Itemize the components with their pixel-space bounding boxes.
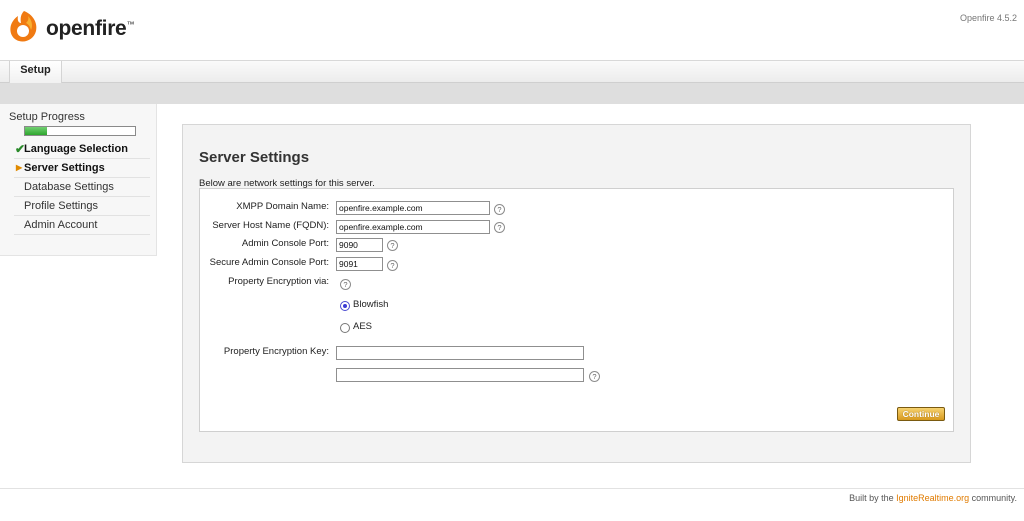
tab-setup[interactable]: Setup — [9, 61, 62, 83]
server-host-label: Server Host Name (FQDN): — [212, 220, 329, 231]
secure-port-input[interactable] — [336, 257, 383, 271]
sidebar-item-language-selection[interactable]: ✔ Language Selection — [14, 140, 150, 159]
help-icon[interactable]: ? — [494, 222, 505, 233]
arrow-icon: ▶ — [16, 163, 23, 172]
blowfish-label: Blowfish — [353, 299, 389, 310]
help-icon[interactable]: ? — [340, 279, 351, 290]
sidebar-item-label: Database Settings — [24, 181, 114, 193]
encryption-key-input[interactable] — [336, 346, 584, 360]
encryption-key-confirm-input[interactable] — [336, 368, 584, 382]
setup-steps: ✔ Language Selection ▶ Server Settings D… — [14, 140, 150, 235]
help-icon[interactable]: ? — [387, 260, 398, 271]
help-icon[interactable]: ? — [589, 371, 600, 382]
footer: Built by the IgniteRealtime.org communit… — [849, 493, 1017, 503]
subnav-bar — [0, 83, 1024, 104]
admin-port-input[interactable] — [336, 238, 383, 252]
secure-port-label: Secure Admin Console Port: — [209, 257, 329, 268]
encryption-key-label: Property Encryption Key: — [223, 346, 329, 357]
openfire-logo-icon — [10, 11, 37, 42]
sidebar-item-server-settings[interactable]: ▶ Server Settings — [14, 159, 150, 178]
continue-button[interactable]: Continue — [897, 407, 945, 421]
sidebar-item-profile-settings: Profile Settings — [14, 197, 150, 216]
sidebar-item-label: Server Settings — [24, 162, 105, 174]
sidebar-item-label: Profile Settings — [24, 200, 98, 212]
version-label: Openfire 4.5.2 — [959, 13, 1017, 23]
brand-name: openfire™ — [46, 17, 135, 40]
ignite-realtime-link[interactable]: IgniteRealtime.org — [896, 493, 969, 503]
help-icon[interactable]: ? — [494, 204, 505, 215]
check-icon: ✔ — [15, 142, 26, 156]
xmpp-domain-input[interactable] — [336, 201, 490, 215]
encryption-via-label: Property Encryption via: — [228, 276, 329, 287]
aes-radio[interactable] — [340, 323, 350, 333]
setup-progress-title: Setup Progress — [9, 111, 85, 123]
sidebar-item-admin-account: Admin Account — [14, 216, 150, 235]
sidebar-item-label: Language Selection — [24, 143, 128, 155]
aes-label: AES — [353, 321, 373, 332]
header: openfire™ Openfire 4.5.2 — [0, 0, 1024, 60]
blowfish-radio[interactable] — [340, 301, 350, 311]
page-title: Server Settings — [199, 149, 310, 166]
setup-progress-bar — [24, 126, 136, 136]
admin-port-label: Admin Console Port: — [241, 238, 329, 249]
footer-divider — [0, 488, 1024, 489]
server-host-input[interactable] — [336, 220, 490, 234]
progress-fill — [25, 127, 47, 135]
tab-bar: Setup — [0, 60, 1024, 83]
help-icon[interactable]: ? — [387, 240, 398, 251]
sidebar-item-database-settings: Database Settings — [14, 178, 150, 197]
sidebar-item-label: Admin Account — [24, 219, 98, 231]
xmpp-domain-label: XMPP Domain Name: — [236, 201, 329, 212]
